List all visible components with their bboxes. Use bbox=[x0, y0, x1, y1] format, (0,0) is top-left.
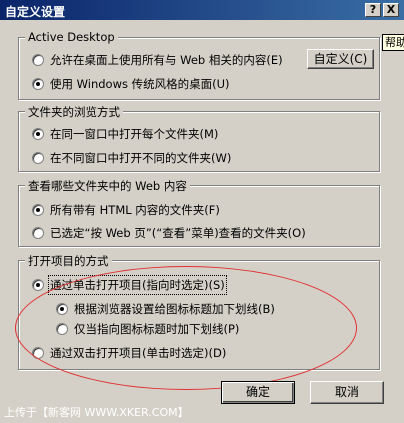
classic-desktop-option[interactable]: 使用 Windows 传统风格的桌面(U) bbox=[32, 76, 230, 92]
open-items-legend: 打开项目的方式 bbox=[25, 253, 112, 269]
separate-window-radio[interactable] bbox=[32, 152, 44, 164]
close-button[interactable]: X bbox=[383, 3, 399, 17]
folder-browse-legend: 文件夹的浏览方式 bbox=[25, 104, 123, 120]
web-page-view-radio[interactable] bbox=[32, 227, 44, 239]
title-bar: 自定义设置 ? X bbox=[0, 0, 404, 20]
window-title: 自定义设置 bbox=[5, 5, 66, 19]
customize-button[interactable]: 自定义(C) bbox=[307, 49, 374, 69]
help-button[interactable]: ? bbox=[365, 3, 381, 17]
ok-button[interactable]: 确定 bbox=[221, 381, 295, 404]
web-page-view-option[interactable]: 已选定“按 Web 页”(“查看”菜单)查看的文件夹(O) bbox=[32, 225, 306, 241]
active-desktop-legend: Active Desktop bbox=[25, 30, 118, 44]
web-page-view-label: 已选定“按 Web 页”(“查看”菜单)查看的文件夹(O) bbox=[50, 226, 306, 240]
classic-desktop-label: 使用 Windows 传统风格的桌面(U) bbox=[50, 77, 230, 91]
web-content-legend: 查看哪些文件夹中的 Web 内容 bbox=[25, 178, 190, 194]
html-folders-radio[interactable] bbox=[32, 204, 44, 216]
same-window-radio[interactable] bbox=[32, 128, 44, 140]
cancel-button[interactable]: 取消 bbox=[310, 381, 384, 404]
help-tooltip: 帮助 bbox=[382, 34, 404, 51]
html-folders-option[interactable]: 所有带有 HTML 内容的文件夹(F) bbox=[32, 202, 220, 218]
single-click-radio[interactable] bbox=[32, 279, 44, 291]
html-folders-label: 所有带有 HTML 内容的文件夹(F) bbox=[50, 203, 220, 217]
watermark-text: 上传于【新客网 WWW.XKER.COM】 bbox=[4, 406, 189, 419]
allow-web-content-label: 允许在桌面上使用所有与 Web 相关的内容(E) bbox=[50, 53, 283, 67]
same-window-label: 在同一窗口中打开每个文件夹(M) bbox=[50, 127, 219, 141]
same-window-option[interactable]: 在同一窗口中打开每个文件夹(M) bbox=[32, 126, 218, 142]
classic-desktop-radio[interactable] bbox=[32, 78, 44, 90]
allow-web-content-radio[interactable] bbox=[32, 54, 44, 66]
allow-web-content-option[interactable]: 允许在桌面上使用所有与 Web 相关的内容(E) bbox=[32, 52, 283, 68]
separate-window-label: 在不同窗口中打开不同的文件夹(W) bbox=[50, 151, 232, 165]
separate-window-option[interactable]: 在不同窗口中打开不同的文件夹(W) bbox=[32, 150, 231, 166]
annotation-ellipse bbox=[15, 266, 357, 390]
